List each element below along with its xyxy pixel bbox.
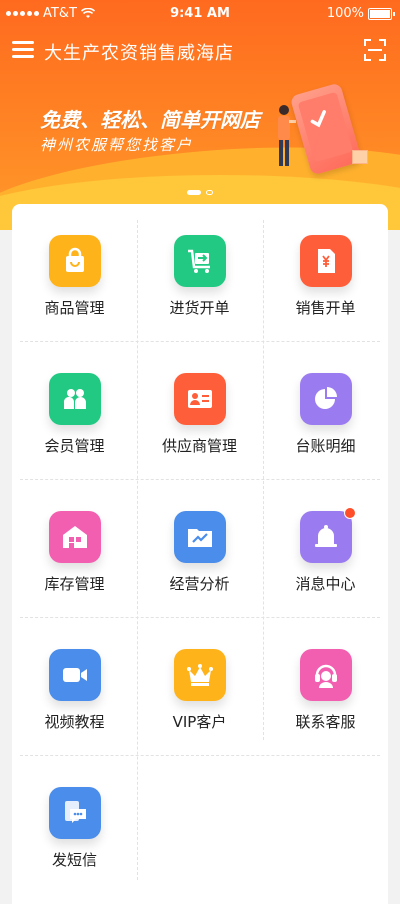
menu-item-sales-order[interactable]: 销售开单 xyxy=(263,204,388,341)
menu-item-label: 联系客服 xyxy=(295,713,356,731)
menu-item-video-tutorial[interactable]: 视频教程 xyxy=(12,618,137,755)
menu-item-vip-customer[interactable]: VIP客户 xyxy=(137,618,262,755)
cart-arrow-icon xyxy=(174,235,226,287)
menu-item-label: 进货开单 xyxy=(169,299,230,317)
banner-subline: 神州农服帮您找客户 xyxy=(40,136,194,154)
scan-icon[interactable] xyxy=(364,39,386,61)
battery-icon xyxy=(368,7,395,20)
warehouse-icon xyxy=(49,511,101,563)
menu-item-inventory-management[interactable]: 库存管理 xyxy=(12,480,137,617)
status-bar: AT&T 9:41 AM 100% xyxy=(0,4,400,24)
menu-item-label: 商品管理 xyxy=(44,299,105,317)
shopping-bag-icon xyxy=(49,235,101,287)
members-icon xyxy=(49,373,101,425)
video-camera-icon xyxy=(49,649,101,701)
menu-item-label: 台账明细 xyxy=(295,437,356,455)
menu-item-message-center[interactable]: 消息中心 xyxy=(263,480,388,617)
notification-dot xyxy=(344,507,356,519)
menu-item-product-management[interactable]: 商品管理 xyxy=(12,204,137,341)
menu-item-label: 会员管理 xyxy=(44,437,105,455)
trend-folder-icon xyxy=(174,511,226,563)
yen-document-icon xyxy=(300,235,352,287)
menu-item-label: 库存管理 xyxy=(44,575,105,593)
hamburger-menu-icon[interactable] xyxy=(12,41,34,59)
menu-item-send-sms[interactable]: 发短信 xyxy=(12,756,137,893)
menu-item-purchase-order[interactable]: 进货开单 xyxy=(137,204,262,341)
pie-chart-icon xyxy=(300,373,352,425)
navbar: 大生产农资销售威海店 xyxy=(0,34,400,66)
menu-item-label: 视频教程 xyxy=(44,713,105,731)
menu-item-label: 经营分析 xyxy=(169,575,230,593)
menu-item-label: 消息中心 xyxy=(295,575,356,593)
menu-item-contact-support[interactable]: 联系客服 xyxy=(263,618,388,755)
page-title: 大生产农资销售威海店 xyxy=(44,43,234,64)
person-illustration xyxy=(278,105,296,166)
menu-item-supplier-management[interactable]: 供应商管理 xyxy=(137,342,262,479)
headset-icon xyxy=(300,649,352,701)
menu-item-account-details[interactable]: 台账明细 xyxy=(263,342,388,479)
box-illustration xyxy=(352,150,368,164)
menu-item-label: 销售开单 xyxy=(295,299,356,317)
header: AT&T 9:41 AM 100% 大生产农资销售威海店 免费、轻松、简单开网店… xyxy=(0,0,400,230)
menu-item-label: VIP客户 xyxy=(172,713,227,731)
menu-item-member-management[interactable]: 会员管理 xyxy=(12,342,137,479)
menu-item-label: 供应商管理 xyxy=(161,437,237,455)
function-grid-card: 商品管理 进货开单 销售开单 会员管理 供应商管理 台账明细 库存管理 经营分析… xyxy=(12,204,388,904)
message-icon xyxy=(49,787,101,839)
supplier-card-icon xyxy=(174,373,226,425)
crown-icon xyxy=(174,649,226,701)
menu-item-business-analysis[interactable]: 经营分析 xyxy=(137,480,262,617)
banner-headline: 免费、轻松、简单开网店 xyxy=(40,108,260,132)
carousel-indicator[interactable] xyxy=(0,190,400,195)
battery-label: 100% xyxy=(326,6,364,21)
bell-icon xyxy=(300,507,356,563)
